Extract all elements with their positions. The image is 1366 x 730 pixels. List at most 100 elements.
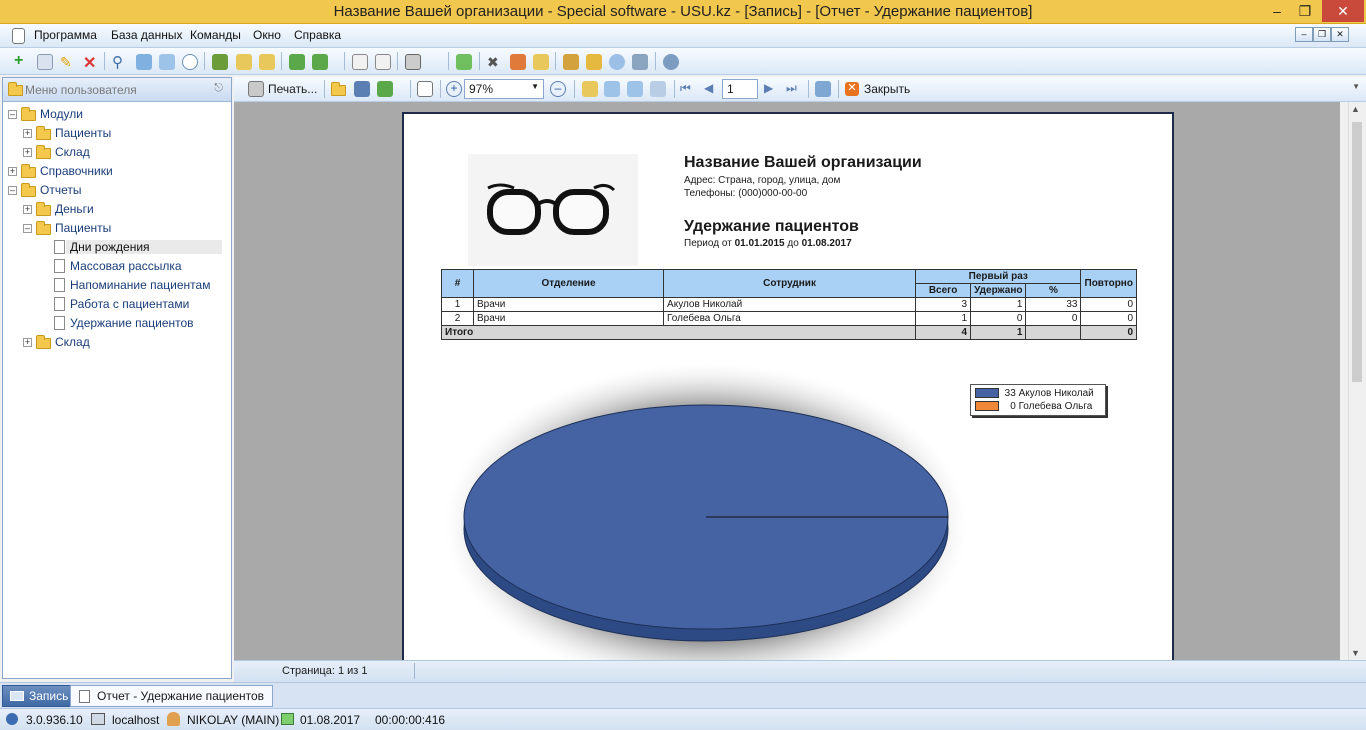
info-icon[interactable] bbox=[663, 54, 679, 70]
page-number-input[interactable]: 1 bbox=[722, 79, 758, 99]
menu-commands[interactable]: Команды bbox=[190, 28, 241, 42]
tree-item-modules[interactable]: Модули bbox=[40, 107, 83, 121]
export-report-icon[interactable] bbox=[377, 81, 393, 97]
page-number-value: 1 bbox=[727, 82, 734, 96]
prev-page-icon[interactable]: ◀ bbox=[704, 81, 713, 95]
find-next-icon[interactable] bbox=[159, 54, 175, 70]
tree-item-mass-mailing[interactable]: Массовая рассылка bbox=[70, 259, 182, 273]
restore-button[interactable]: ❐ bbox=[1290, 0, 1320, 22]
close-window-button[interactable]: ✕ bbox=[1322, 0, 1364, 22]
collapse-toggle[interactable]: – bbox=[8, 186, 17, 195]
comment-icon[interactable] bbox=[182, 54, 198, 70]
menu-help[interactable]: Справка bbox=[294, 28, 341, 42]
refresh-icon[interactable] bbox=[815, 81, 831, 97]
sort-desc-icon[interactable] bbox=[259, 54, 275, 70]
edit-icon[interactable]: ✎ bbox=[60, 54, 76, 70]
legend-swatch bbox=[975, 401, 999, 412]
search-icon[interactable]: ⚲ bbox=[112, 53, 128, 71]
menu-database[interactable]: База данных bbox=[111, 28, 182, 42]
print-button[interactable]: Печать... bbox=[268, 82, 317, 96]
chevron-down-icon: ▼ bbox=[531, 82, 539, 91]
report-title: Удержание пациентов bbox=[684, 218, 859, 235]
app-status-bar: 3.0.936.10 localhost NIKOLAY (MAIN) 01.0… bbox=[0, 708, 1366, 730]
separator bbox=[104, 52, 105, 70]
tree-item-birthdays[interactable]: Дни рождения bbox=[66, 240, 222, 254]
tree-item-patients-reports[interactable]: Пациенты bbox=[55, 221, 111, 235]
filter-icon[interactable] bbox=[136, 54, 152, 70]
export-icon[interactable] bbox=[289, 54, 305, 70]
tree-item-patient-work[interactable]: Работа с пациентами bbox=[70, 297, 189, 311]
calendar-icon[interactable] bbox=[456, 54, 472, 70]
notes-icon[interactable] bbox=[533, 54, 549, 70]
menu-program[interactable]: Программа bbox=[34, 28, 97, 42]
mdi-restore-button[interactable]: ❐ bbox=[1313, 27, 1331, 42]
collapse-toggle[interactable]: – bbox=[8, 110, 17, 119]
open-icon[interactable] bbox=[331, 82, 346, 96]
user-icon bbox=[167, 712, 180, 726]
save-icon[interactable] bbox=[354, 81, 370, 97]
table-row: 1 Врачи Акулов Николай 3 1 33 0 bbox=[441, 297, 1137, 312]
add-icon[interactable]: + bbox=[14, 53, 30, 70]
zoom-in-icon[interactable]: + bbox=[446, 81, 462, 97]
excel-icon[interactable] bbox=[312, 54, 328, 70]
gift-icon[interactable] bbox=[212, 54, 228, 70]
menu-window[interactable]: Окно bbox=[253, 28, 281, 42]
page-setup-icon[interactable] bbox=[417, 81, 433, 97]
collapse-toggle[interactable]: – bbox=[23, 224, 32, 233]
close-report-button[interactable]: Закрыть bbox=[864, 82, 910, 96]
view-one-page-icon[interactable] bbox=[582, 81, 598, 97]
zoom-out-icon[interactable]: – bbox=[550, 81, 566, 97]
folder-icon bbox=[36, 126, 51, 140]
next-page-icon[interactable]: ▶ bbox=[764, 81, 773, 95]
tree-item-money[interactable]: Деньги bbox=[55, 202, 94, 216]
toolbar-overflow-icon[interactable]: ▼ bbox=[1352, 82, 1360, 91]
tab-retention-report[interactable]: Отчет - Удержание пациентов bbox=[70, 685, 274, 707]
scroll-up-icon[interactable]: ▲ bbox=[1351, 104, 1360, 114]
view-multi-page-icon[interactable] bbox=[627, 81, 643, 97]
print-preview-icon[interactable] bbox=[405, 54, 421, 70]
view-two-pages-icon[interactable] bbox=[604, 81, 620, 97]
delete-icon[interactable]: ✕ bbox=[83, 53, 99, 72]
tab-record[interactable]: Запись bbox=[2, 685, 78, 707]
pin-icon[interactable]: ⎋ bbox=[214, 82, 223, 95]
close-icon[interactable]: ✕ bbox=[845, 82, 859, 96]
separator bbox=[555, 52, 556, 70]
mdi-minimize-button[interactable]: – bbox=[1295, 27, 1313, 42]
lock-icon[interactable] bbox=[563, 54, 579, 70]
expand-toggle[interactable]: + bbox=[23, 205, 32, 214]
key-icon[interactable] bbox=[586, 54, 602, 70]
settings-icon[interactable] bbox=[510, 54, 526, 70]
minimize-button[interactable]: – bbox=[1262, 0, 1292, 22]
fit-width-icon[interactable] bbox=[650, 81, 666, 97]
tree-item-warehouse-reports[interactable]: Склад bbox=[55, 335, 90, 349]
tree-item-patient-retention[interactable]: Удержание пациентов bbox=[70, 316, 194, 330]
tools-icon[interactable]: ✖ bbox=[487, 54, 503, 70]
zoom-select[interactable]: 97% ▼ bbox=[464, 79, 544, 99]
tree-item-patients[interactable]: Пациенты bbox=[55, 126, 111, 140]
folder-icon bbox=[21, 164, 36, 178]
window-title: Название Вашей организации - Special sof… bbox=[333, 3, 1033, 20]
expand-toggle[interactable]: + bbox=[23, 148, 32, 157]
expand-toggle[interactable]: + bbox=[23, 129, 32, 138]
expand-toggle[interactable]: + bbox=[8, 167, 17, 176]
expand-toggle[interactable]: + bbox=[23, 338, 32, 347]
app-version: 3.0.936.10 bbox=[26, 713, 83, 727]
retention-pie-chart bbox=[444, 363, 964, 660]
new-window-icon[interactable] bbox=[352, 54, 368, 70]
tree-item-reports[interactable]: Отчеты bbox=[40, 183, 81, 197]
mdi-close-button[interactable]: ✕ bbox=[1331, 27, 1349, 42]
tree-item-warehouse[interactable]: Склад bbox=[55, 145, 90, 159]
tree-item-patient-reminders[interactable]: Напоминание пациентам bbox=[70, 278, 210, 292]
scrollbar-thumb[interactable] bbox=[1352, 122, 1362, 382]
first-page-icon[interactable]: ⏮ bbox=[680, 81, 691, 96]
vertical-scrollbar[interactable]: ▲ ▼ bbox=[1348, 102, 1364, 660]
copy-icon[interactable] bbox=[37, 54, 53, 70]
new-tab-icon[interactable] bbox=[375, 54, 391, 70]
users-icon[interactable] bbox=[609, 54, 625, 70]
sort-asc-icon[interactable] bbox=[236, 54, 252, 70]
permissions-icon[interactable] bbox=[632, 54, 648, 70]
tree-item-directories[interactable]: Справочники bbox=[40, 164, 113, 178]
last-page-icon[interactable]: ⏭ bbox=[786, 81, 797, 96]
scroll-down-icon[interactable]: ▼ bbox=[1351, 648, 1360, 658]
printer-icon[interactable] bbox=[248, 81, 264, 97]
